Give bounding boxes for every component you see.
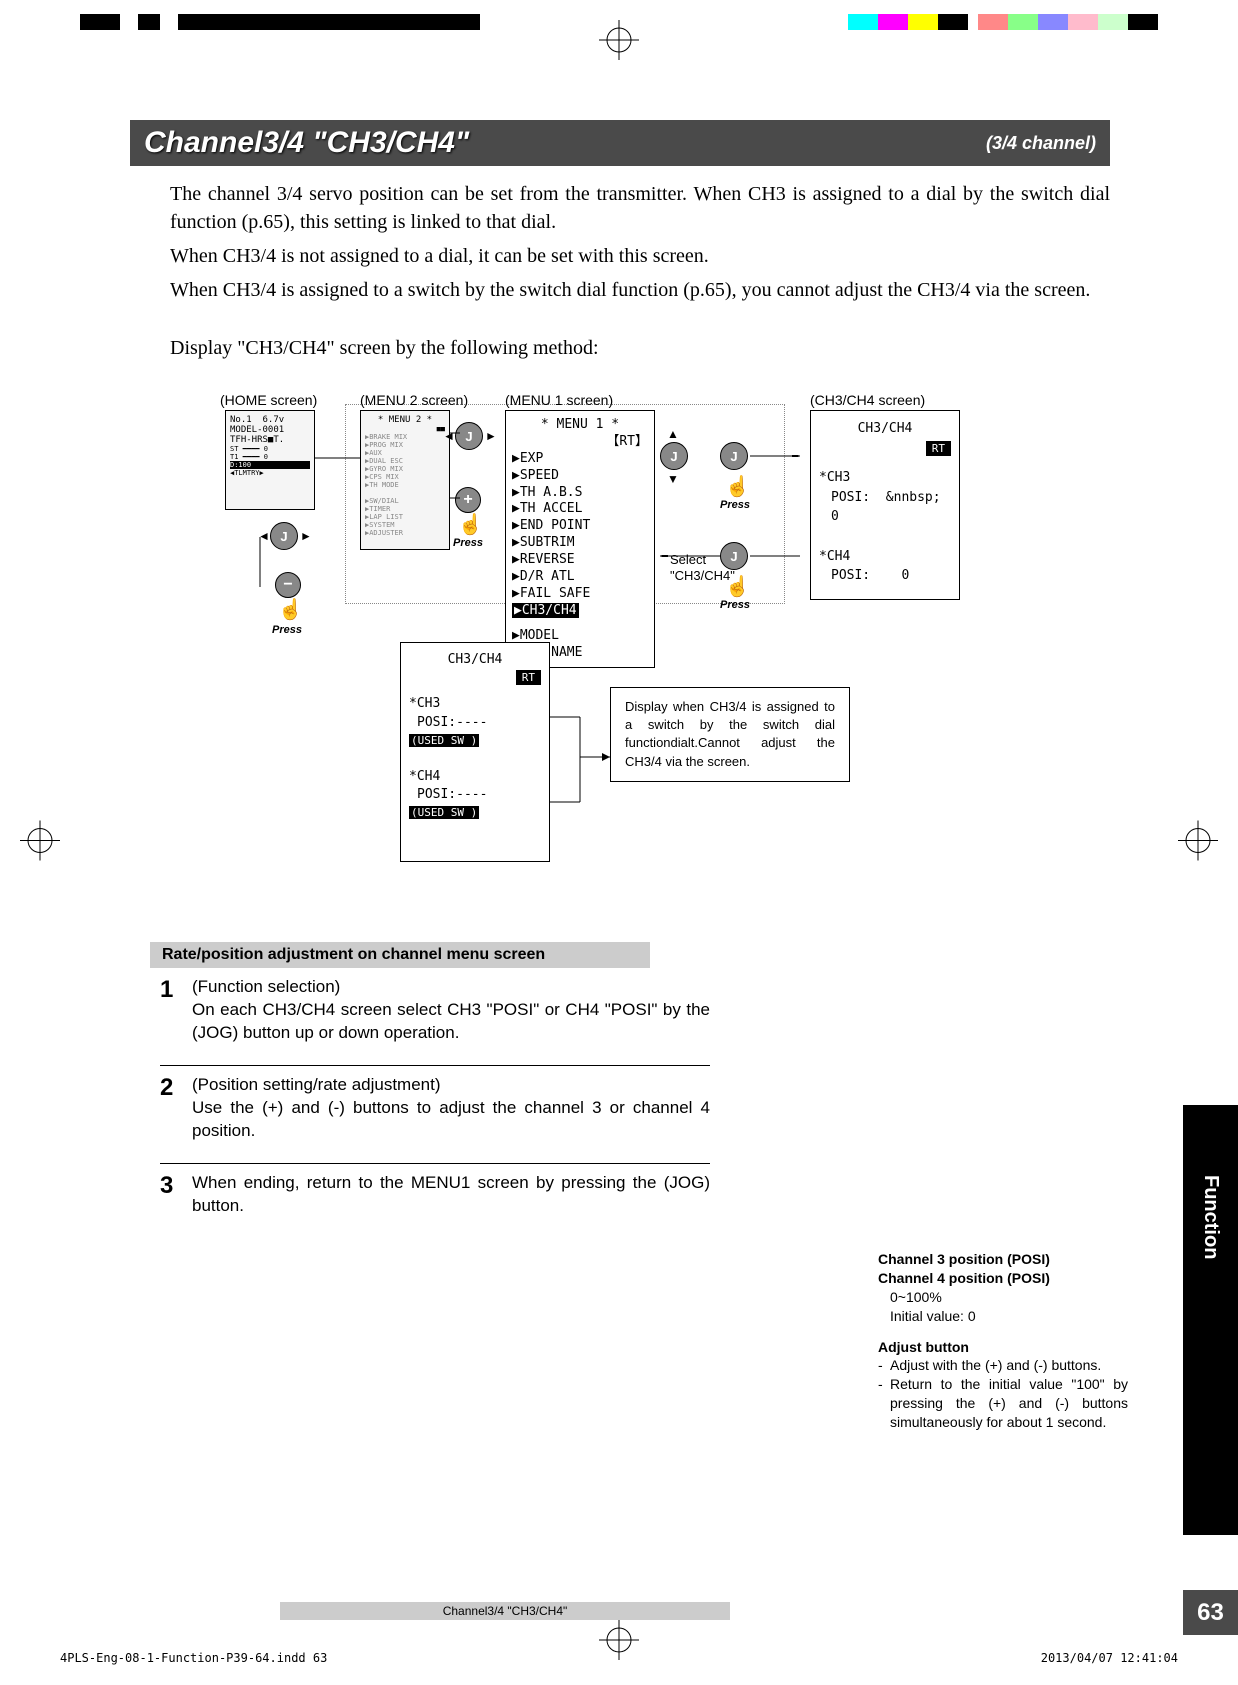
jog-button-icon: J [720,442,748,470]
menu2-screen-thumb: * MENU 2 * ■■ ▶BRAKE MIX▶PROG MIX▶AUX▶DU… [360,410,450,550]
press-label: Press [720,499,750,511]
print-info-right: 2013/04/07 12:41:04 [1041,1651,1178,1665]
press-label: Press [720,599,750,611]
section-header: Rate/position adjustment on channel menu… [150,942,650,968]
plus-button-icon: + [455,487,481,513]
crop-mark-top [599,20,639,65]
footer-title: Channel3/4 "CH3/CH4" [280,1602,730,1620]
title-bar: Channel3/4 "CH3/CH4" (3/4 channel) [130,120,1110,166]
intro-p4: Display "CH3/CH4" screen by the followin… [170,334,1110,362]
menu2-screen-label: (MENU 2 screen) [360,392,468,408]
page-title: Channel3/4 "CH3/CH4" [144,126,469,160]
minus-button-icon: − [275,572,301,598]
crop-mark-bottom [599,1620,639,1665]
jog-button-icon: J [455,422,483,450]
jog-button-icon: J [270,522,298,550]
step-3: 3 When ending, return to the MENU1 scree… [160,1163,710,1238]
hand-icon: ☝ [458,512,483,537]
step-2: 2 (Position setting/rate adjustment) Use… [160,1065,710,1163]
step-1: 1 (Function selection) On each CH3/CH4 s… [160,968,710,1065]
intro-p2: When CH3/4 is not assigned to a dial, it… [170,242,1110,270]
steps-list: 1 (Function selection) On each CH3/CH4 s… [160,968,710,1238]
crop-mark-right [1178,820,1218,865]
intro-p1: The channel 3/4 servo position can be se… [170,180,1110,236]
press-label: Press [453,537,483,549]
menu1-screen-label: (MENU 1 screen) [505,392,613,408]
home-screen-thumb: No.1 6.7vMODEL-0001TFH-HRS■T. ST ━━━━ 0T… [225,410,315,510]
ch34-screen-thumb: CH3/CH4 RT *CH3 POSI: &nnbsp; 0 *CH4 POS… [810,410,960,600]
press-label: Press [272,624,302,636]
ch34-screen-label: (CH3/CH4 screen) [810,392,925,408]
jog-button-icon: J [660,442,688,470]
menu1-screen-thumb: * MENU 1 * 【RT】 ▶EXP ▶SPEED ▶TH A.B.S ▶T… [505,410,655,668]
print-info-left: 4PLS-Eng-08-1-Function-P39-64.indd 63 [60,1651,327,1665]
info-box: Display when CH3/4 is assigned to a swit… [610,687,850,782]
hand-icon: ☝ [278,597,303,622]
hand-icon: ☝ [725,574,750,599]
jog-button-icon: J [720,542,748,570]
home-screen-label: (HOME screen) [220,392,317,408]
page-subtitle: (3/4 channel) [986,133,1096,154]
crop-mark-left [20,820,60,865]
ch34-usedsw-screen: CH3/CH4 RT *CH3 POSI:---- (USED SW ) *CH… [400,642,550,862]
side-tab: Function [1183,1105,1238,1535]
intro-p3: When CH3/4 is assigned to a switch by th… [170,276,1110,304]
hand-icon: ☝ [725,474,750,499]
intro-text: The channel 3/4 servo position can be se… [130,180,1110,362]
navigation-diagram: (HOME screen) No.1 6.7vMODEL-0001TFH-HRS… [170,392,1110,932]
page-number: 63 [1183,1590,1238,1635]
side-info-panel: Channel 3 position (POSI) Channel 4 posi… [878,1250,1128,1432]
